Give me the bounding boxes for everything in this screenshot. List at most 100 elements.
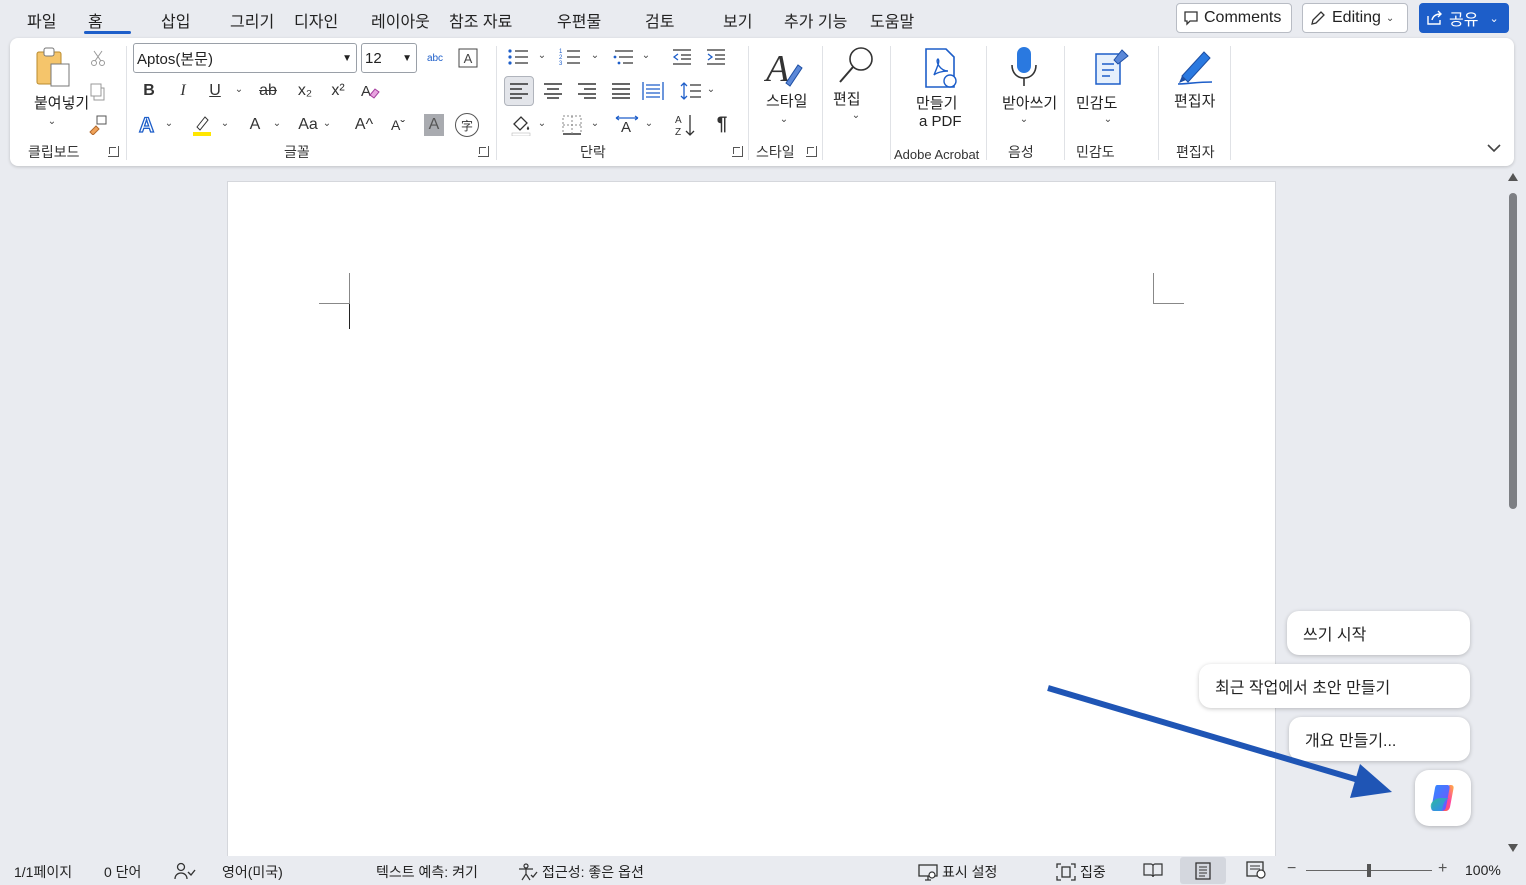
tab-design[interactable]: 디자인 xyxy=(294,8,338,32)
text-prediction-status[interactable]: 텍스트 예측: 켜기 xyxy=(376,862,478,882)
numbering-chevron-icon[interactable]: ⌄ xyxy=(590,50,600,61)
tab-insert[interactable]: 삽입 xyxy=(161,8,190,32)
proofing-people-icon[interactable] xyxy=(174,862,196,880)
tab-layout[interactable]: 레이아웃 xyxy=(371,8,430,32)
distributed-icon[interactable] xyxy=(640,78,666,104)
font-name-select[interactable]: Aptos(본문) ▼ xyxy=(133,43,357,73)
zoom-slider-thumb[interactable] xyxy=(1367,864,1371,877)
bullets-chevron-icon[interactable]: ⌄ xyxy=(537,50,547,61)
tab-home[interactable]: 홈 xyxy=(84,8,130,34)
grow-font-button[interactable]: A^ xyxy=(352,112,376,138)
borders-icon[interactable] xyxy=(559,112,585,138)
decrease-indent-icon[interactable] xyxy=(670,46,694,68)
format-painter-icon[interactable] xyxy=(86,112,110,136)
zoom-out-button[interactable]: − xyxy=(1287,860,1296,878)
styles-launcher-icon[interactable] xyxy=(806,146,817,157)
superscript-button[interactable]: x² xyxy=(326,80,350,102)
font-launcher-icon[interactable] xyxy=(478,146,489,157)
styles-chevron-icon[interactable]: ⌄ xyxy=(778,114,790,125)
character-shading-button[interactable]: A xyxy=(424,114,444,136)
sensitivity-icon[interactable] xyxy=(1088,44,1134,90)
show-formatting-marks-button[interactable]: ¶ xyxy=(710,112,734,138)
bullets-icon[interactable] xyxy=(506,46,530,68)
align-left-icon[interactable] xyxy=(504,76,534,106)
language-status[interactable]: 영어(미국) xyxy=(222,862,283,882)
bold-button[interactable]: B xyxy=(138,80,160,102)
paste-dropdown-chevron[interactable]: ⌄ xyxy=(46,116,58,127)
char-spacing-chevron-icon[interactable]: ⌄ xyxy=(644,118,654,129)
underline-button[interactable]: U xyxy=(204,80,226,102)
copilot-suggestion-start-writing[interactable]: 쓰기 시작 xyxy=(1287,611,1470,655)
print-layout-button[interactable] xyxy=(1180,857,1226,884)
line-spacing-icon[interactable] xyxy=(678,78,704,104)
read-mode-button[interactable] xyxy=(1140,859,1166,881)
char-spacing-icon[interactable]: A xyxy=(614,112,640,138)
increase-indent-icon[interactable] xyxy=(704,46,728,68)
highlight-color-icon[interactable] xyxy=(190,112,214,138)
find-magnifier-icon[interactable] xyxy=(836,44,876,88)
copy-icon[interactable] xyxy=(88,82,108,102)
shrink-font-button[interactable]: Aˇ xyxy=(386,112,410,138)
multilevel-chevron-icon[interactable]: ⌄ xyxy=(641,50,651,61)
focus-mode-button[interactable]: 집중 xyxy=(1056,862,1106,882)
scissors-icon[interactable] xyxy=(88,48,108,68)
create-pdf-icon[interactable] xyxy=(920,46,960,90)
tab-help[interactable]: 도움말 xyxy=(870,8,914,32)
font-size-select[interactable]: 12 ▼ xyxy=(361,43,417,73)
multilevel-list-icon[interactable] xyxy=(612,46,636,68)
accessibility-status[interactable]: 접근성: 좋은 옵션 xyxy=(518,862,644,882)
collapse-ribbon-chevron-icon[interactable] xyxy=(1484,138,1504,158)
display-settings-button[interactable]: 표시 설정 xyxy=(918,862,997,882)
subscript-button[interactable]: x₂ xyxy=(293,80,317,102)
microphone-icon[interactable] xyxy=(1004,44,1044,90)
change-case-button[interactable]: Aa xyxy=(294,112,322,138)
paragraph-launcher-icon[interactable] xyxy=(732,146,743,157)
web-layout-button[interactable] xyxy=(1244,859,1268,881)
line-spacing-chevron-icon[interactable]: ⌄ xyxy=(706,84,716,95)
zoom-percent[interactable]: 100% xyxy=(1465,862,1501,878)
tab-file[interactable]: 파일 xyxy=(27,8,56,32)
strikethrough-button[interactable]: ab xyxy=(255,80,281,102)
font-color-button[interactable]: A xyxy=(244,112,266,138)
shading-bucket-icon[interactable] xyxy=(508,112,534,138)
borders-chevron-icon[interactable]: ⌄ xyxy=(590,118,600,129)
scroll-thumb[interactable] xyxy=(1509,193,1517,509)
clear-formatting-eraser-icon[interactable]: A xyxy=(358,78,382,104)
comments-button[interactable]: Comments xyxy=(1176,3,1292,33)
text-effects-icon[interactable]: A xyxy=(136,112,160,138)
tab-addins[interactable]: 추가 기능 xyxy=(784,8,847,32)
change-case-chevron-icon[interactable]: ⌄ xyxy=(322,118,332,129)
scroll-up-icon[interactable] xyxy=(1508,173,1518,181)
justify-icon[interactable] xyxy=(608,78,634,104)
tab-view[interactable]: 보기 xyxy=(723,8,752,32)
zoom-in-button[interactable]: + xyxy=(1438,860,1447,878)
paste-button[interactable] xyxy=(32,46,74,90)
clear-formatting-box-icon[interactable]: A xyxy=(456,46,480,70)
zoom-slider-track[interactable] xyxy=(1306,864,1432,877)
dictate-chevron-icon[interactable]: ⌄ xyxy=(1018,114,1030,125)
italic-button[interactable]: I xyxy=(172,80,194,102)
tab-review[interactable]: 검토 xyxy=(645,8,674,32)
tab-references[interactable]: 참조 자료 xyxy=(449,8,512,32)
text-effects-abc-icon[interactable]: abc xyxy=(422,46,448,70)
text-effects-chevron-icon[interactable]: ⌄ xyxy=(164,118,174,129)
page-count[interactable]: 1/1페이지 xyxy=(14,862,72,882)
scroll-down-icon[interactable] xyxy=(1508,844,1518,852)
word-count[interactable]: 0 단어 xyxy=(104,862,141,882)
editor-pen-icon[interactable] xyxy=(1172,44,1218,90)
sort-icon[interactable]: AZ xyxy=(672,112,698,138)
share-button[interactable]: 공유 ⌄ xyxy=(1419,3,1509,33)
vertical-scrollbar[interactable] xyxy=(1506,168,1520,854)
numbering-icon[interactable]: 123 xyxy=(558,46,582,68)
highlight-chevron-icon[interactable]: ⌄ xyxy=(220,118,230,129)
editing-chevron-icon[interactable]: ⌄ xyxy=(850,110,862,121)
underline-chevron-icon[interactable]: ⌄ xyxy=(234,84,244,95)
tab-mailings[interactable]: 우편물 xyxy=(557,8,601,32)
font-color-chevron-icon[interactable]: ⌄ xyxy=(272,118,282,129)
editing-mode-button[interactable]: Editing ⌄ xyxy=(1302,3,1408,33)
align-right-icon[interactable] xyxy=(574,78,600,104)
align-center-icon[interactable] xyxy=(540,78,566,104)
sensitivity-chevron-icon[interactable]: ⌄ xyxy=(1102,114,1114,125)
clipboard-launcher-icon[interactable] xyxy=(108,146,119,157)
enclose-characters-button[interactable]: 字 xyxy=(455,113,479,137)
